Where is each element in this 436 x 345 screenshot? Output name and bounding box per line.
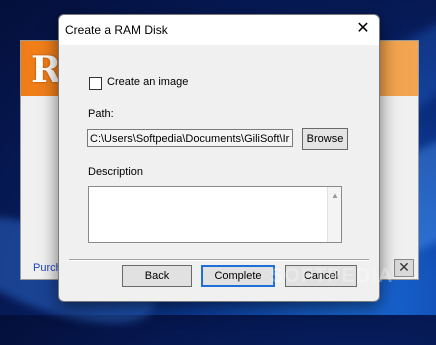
complete-button[interactable]: Complete: [201, 265, 275, 287]
back-button[interactable]: Back: [122, 265, 192, 287]
softpedia-watermark: SOFTPEDIA: [270, 265, 394, 287]
dialog-title: Create a RAM Disk: [65, 23, 168, 37]
create-image-checkbox[interactable]: [89, 77, 102, 90]
background-close-button[interactable]: ✕: [394, 259, 414, 277]
path-label: Path:: [88, 108, 114, 120]
description-label: Description: [88, 166, 144, 178]
browse-button[interactable]: Browse: [302, 128, 348, 150]
description-textarea[interactable]: ▲: [88, 186, 342, 243]
app-logo: R: [31, 49, 61, 91]
dialog-titlebar: Create a RAM Disk ✕: [59, 15, 379, 45]
create-image-label[interactable]: Create an image: [107, 76, 188, 88]
close-icon: ✕: [356, 20, 370, 37]
path-input[interactable]: C:\Users\Softpedia\Documents\GiliSoft\Ir: [87, 129, 293, 147]
close-icon: ✕: [398, 259, 410, 275]
scroll-up-arrow-icon[interactable]: ▲: [331, 191, 339, 200]
create-ram-disk-dialog: Create a RAM Disk ✕ Create an image Path…: [58, 14, 380, 302]
dialog-close-button[interactable]: ✕: [353, 19, 373, 39]
dialog-separator: [69, 259, 369, 261]
description-scrollbar[interactable]: ▲: [327, 187, 341, 242]
